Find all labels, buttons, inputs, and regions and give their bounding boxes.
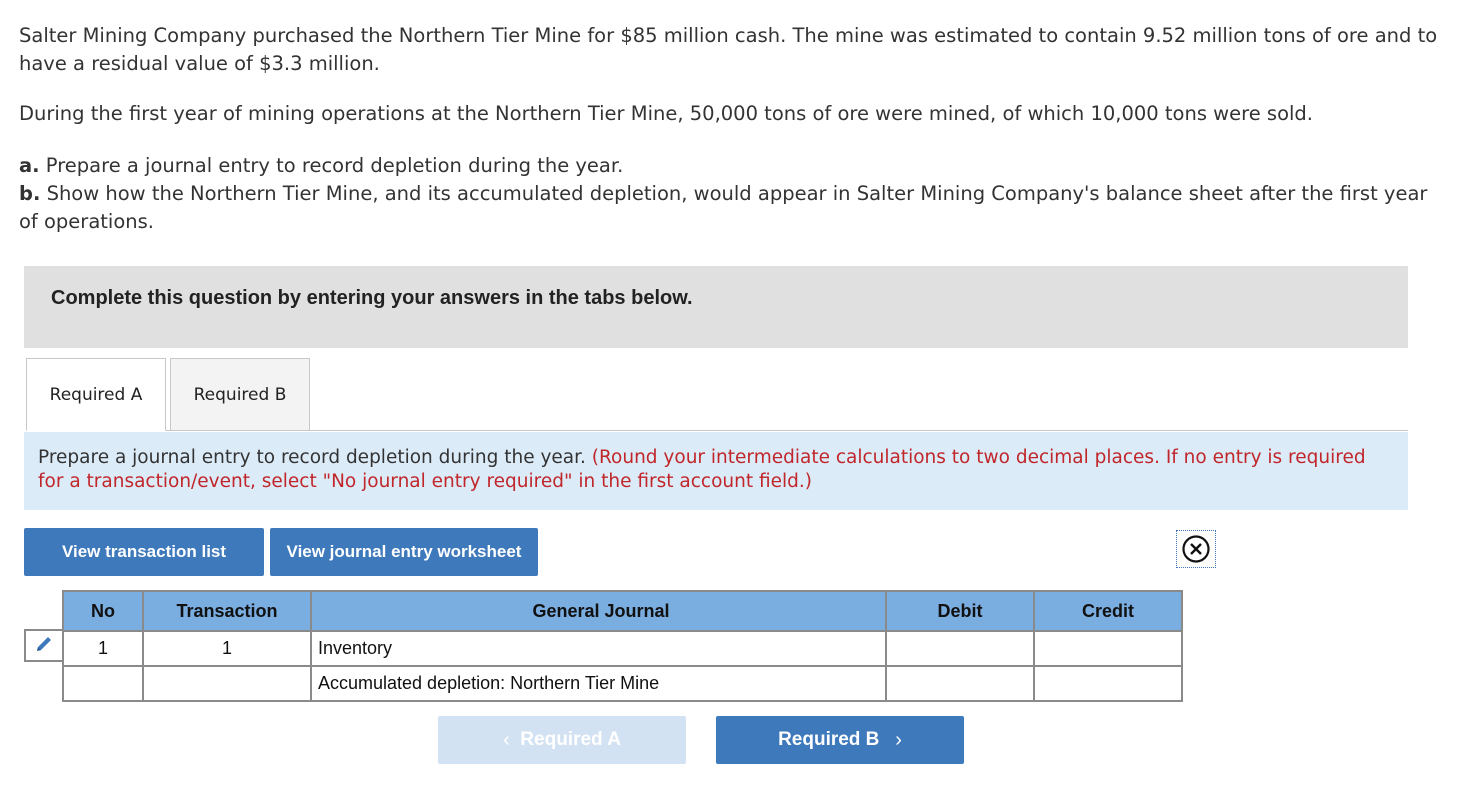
instructions-banner: Complete this question by entering your … xyxy=(24,266,1408,348)
cell-no xyxy=(62,665,144,702)
chevron-right-icon: › xyxy=(895,728,902,751)
cell-account: Inventory xyxy=(310,630,887,667)
cell-transaction xyxy=(142,665,312,702)
edit-entry-button[interactable] xyxy=(24,629,62,662)
tab-divider xyxy=(166,430,1408,431)
cell-account: Accumulated depletion: Northern Tier Min… xyxy=(310,665,887,702)
tab-label: Required B xyxy=(193,384,287,405)
tab-label: Required A xyxy=(49,384,143,405)
cell-debit xyxy=(885,630,1035,667)
view-journal-worksheet-button[interactable]: View journal entry worksheet xyxy=(270,528,538,576)
banner-text: Complete this question by entering your … xyxy=(51,287,693,309)
instruction-text: Prepare a journal entry to record deplet… xyxy=(38,447,592,468)
chevron-left-icon: ‹ xyxy=(503,728,510,751)
journal-table: No Transaction General Journal Debit Cre… xyxy=(62,590,1183,702)
cell-debit xyxy=(885,665,1035,702)
prev-required-a-button: ‹ Required A xyxy=(438,716,686,764)
header-no: No xyxy=(62,590,144,632)
problem-paragraph-1: Salter Mining Company purchased the Nort… xyxy=(19,24,1438,75)
header-debit: Debit xyxy=(885,590,1035,632)
next-label: Required B xyxy=(778,729,880,750)
cell-transaction: 1 xyxy=(142,630,312,667)
next-required-b-button[interactable]: Required B › xyxy=(716,716,964,764)
requirement-b-label: b. xyxy=(19,182,41,205)
requirement-a-label: a. xyxy=(19,154,40,177)
prev-label: Required A xyxy=(520,729,621,750)
journal-header-row: No Transaction General Journal Debit Cre… xyxy=(62,590,1183,632)
problem-requirements: a. Prepare a journal entry to record dep… xyxy=(19,152,1439,236)
cell-credit xyxy=(1033,630,1183,667)
instruction-panel: Prepare a journal entry to record deplet… xyxy=(24,432,1408,510)
tab-required-a[interactable]: Required A xyxy=(26,358,166,431)
requirement-a-text: Prepare a journal entry to record deplet… xyxy=(39,154,624,177)
view-transaction-list-button[interactable]: View transaction list xyxy=(24,528,264,576)
header-credit: Credit xyxy=(1033,590,1183,632)
table-row: Accumulated depletion: Northern Tier Min… xyxy=(62,665,1183,702)
table-row: 1 1 Inventory xyxy=(62,630,1183,667)
tab-required-b[interactable]: Required B xyxy=(170,358,310,431)
pencil-icon xyxy=(34,634,54,658)
requirement-b-text: Show how the Northern Tier Mine, and its… xyxy=(19,182,1428,233)
cell-no: 1 xyxy=(62,630,144,667)
header-transaction: Transaction xyxy=(142,590,312,632)
cell-credit xyxy=(1033,665,1183,702)
close-icon[interactable] xyxy=(1176,530,1216,568)
problem-paragraph-2: During the first year of mining operatio… xyxy=(19,102,1313,125)
header-general-journal: General Journal xyxy=(310,590,887,632)
